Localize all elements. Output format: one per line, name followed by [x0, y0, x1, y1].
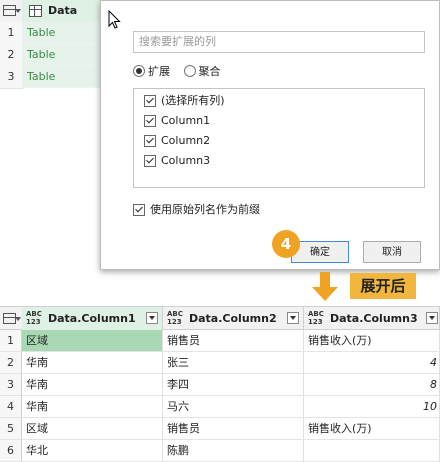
table-cell[interactable]: 李四 — [163, 374, 304, 396]
table-cell[interactable]: 华南 — [22, 374, 163, 396]
table-cell[interactable]: 10 — [304, 396, 440, 418]
table-row: 2 华南 张三 4 — [0, 352, 440, 374]
step-number-badge: 4 — [272, 230, 300, 258]
table-cell[interactable]: Table — [22, 66, 102, 88]
cancel-button[interactable]: 取消 — [363, 241, 421, 263]
table-cell[interactable]: 4 — [304, 352, 440, 374]
row-number: 2 — [0, 44, 23, 67]
table-type-icon — [29, 5, 42, 17]
radio-aggregate-label: 聚合 — [198, 65, 221, 78]
column-header-data-column2[interactable]: ABC 123 Data.Column2 — [163, 307, 304, 331]
table-cell[interactable]: 区域 — [22, 418, 163, 440]
row-number: 4 — [0, 396, 22, 418]
down-arrow-icon — [312, 272, 338, 301]
column1-checkbox[interactable]: Column1 — [144, 112, 210, 130]
column-header-data-column3[interactable]: ABC 123 Data.Column3 — [304, 307, 440, 331]
row-number: 3 — [0, 66, 23, 89]
table-menu-icon[interactable] — [0, 0, 23, 22]
table-cell[interactable]: Table — [22, 22, 102, 44]
column-header-label: Data.Column2 — [189, 312, 277, 325]
column2-checkbox[interactable]: Column2 — [144, 132, 210, 150]
column-list: (选择所有列) Column1 Column2 Column3 — [133, 88, 425, 188]
table-cell[interactable]: Table — [22, 44, 102, 66]
table-row: 4 华南 马六 10 — [0, 396, 440, 418]
table-cell[interactable]: 销售员 — [163, 330, 304, 352]
table-cell[interactable]: 华北 — [22, 440, 163, 462]
table-menu-icon[interactable] — [0, 307, 23, 331]
column-header-label: Data.Column1 — [48, 312, 136, 325]
table-cell[interactable]: 陈鹏 — [163, 440, 304, 462]
checkbox-checked-icon — [133, 204, 145, 216]
table-cell[interactable] — [304, 440, 440, 462]
checkbox-checked-icon — [144, 115, 156, 127]
type-any-icon: ABC 123 — [26, 310, 42, 326]
table-cell[interactable]: 销售员 — [163, 418, 304, 440]
type-any-icon: ABC 123 — [308, 310, 324, 326]
type-any-icon: ABC 123 — [167, 310, 183, 326]
row-number: 5 — [0, 418, 22, 440]
row-number: 1 — [0, 330, 22, 352]
table-cell[interactable]: 华南 — [22, 352, 163, 374]
table-cell[interactable]: 张三 — [163, 352, 304, 374]
table-row: 5 区域 销售员 销售收入(万) — [0, 418, 440, 440]
table-cell[interactable]: 马六 — [163, 396, 304, 418]
result-table-header: ABC 123 Data.Column1 ABC 123 Data.Column2 … — [0, 306, 440, 331]
table-cell[interactable]: 8 — [304, 374, 440, 396]
select-all-checkbox[interactable]: (选择所有列) — [144, 92, 225, 110]
column-header-data[interactable]: Data — [22, 0, 102, 22]
search-input[interactable]: 搜索要扩展的列 — [133, 31, 425, 53]
table-cell[interactable]: 销售收入(万) — [304, 418, 440, 440]
table-row: 1 区域 销售员 销售收入(万) — [0, 330, 440, 352]
checkbox-checked-icon — [144, 95, 156, 107]
column3-checkbox[interactable]: Column3 — [144, 152, 210, 170]
checkbox-checked-icon — [144, 135, 156, 147]
row-number: 2 — [0, 352, 22, 374]
table-cell[interactable]: 销售收入(万) — [304, 330, 440, 352]
table-cell[interactable]: 华南 — [22, 396, 163, 418]
result-table: ABC 123 Data.Column1 ABC 123 Data.Column2 … — [0, 306, 440, 462]
checkbox-checked-icon — [144, 155, 156, 167]
radio-expand-label: 扩展 — [148, 65, 170, 78]
table-row: 6 华北 陈鹏 — [0, 440, 440, 462]
row-number: 6 — [0, 440, 22, 462]
table-cell[interactable]: 区域 — [22, 330, 163, 352]
mouse-cursor-icon — [108, 10, 121, 29]
filter-dropdown-icon[interactable] — [146, 312, 158, 324]
row-number: 3 — [0, 374, 22, 396]
row-number: 1 — [0, 22, 23, 45]
filter-dropdown-icon[interactable] — [426, 312, 438, 324]
filter-dropdown-icon[interactable] — [287, 312, 299, 324]
prefix-checkbox[interactable]: 使用原始列名作为前缀 — [133, 201, 260, 219]
column-header-data-column1[interactable]: ABC 123 Data.Column1 — [22, 307, 163, 331]
column-header-label: Data — [48, 4, 78, 17]
after-expand-label: 展开后 — [350, 273, 416, 299]
radio-aggregate[interactable] — [183, 65, 196, 77]
mode-radio-group: 扩展 聚合 — [133, 63, 231, 81]
radio-expand[interactable] — [133, 65, 145, 77]
expand-dialog: 搜索要扩展的列 扩展 聚合 (选择所有列) Column1 Column2 Co… — [100, 0, 440, 270]
table-row: 3 华南 李四 8 — [0, 374, 440, 396]
column-header-label: Data.Column3 — [330, 312, 418, 325]
